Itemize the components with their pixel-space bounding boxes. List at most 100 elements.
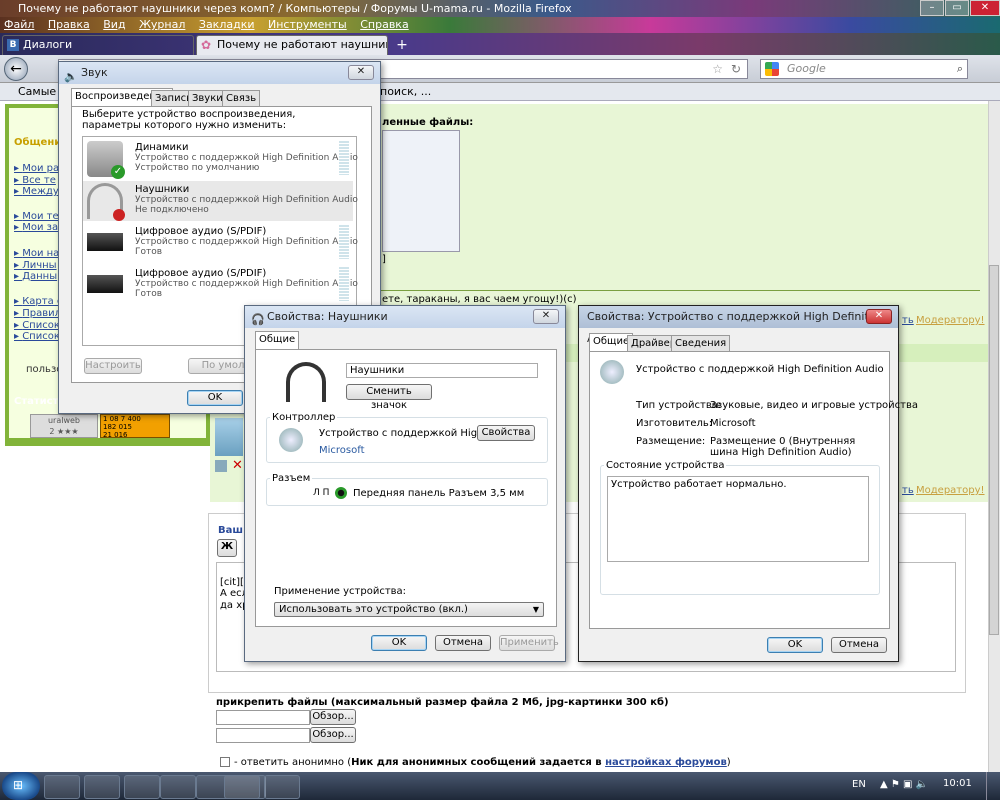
scrollbar-thumb[interactable] [989,265,999,635]
device-status-text[interactable]: Устройство работает нормально. [607,476,869,562]
taskbar-explorer[interactable] [44,775,80,799]
speakers-icon: ✓ [87,141,125,179]
sidebar-link[interactable]: ▸ Список [14,320,60,331]
ok-button[interactable]: OK [371,635,427,651]
language-indicator[interactable]: EN [852,779,866,790]
counter-numbers[interactable]: 1 08 7 400 182 015 21 016 [100,414,170,439]
search-input[interactable]: Google ⌕ [760,59,968,79]
browse-button[interactable]: Обзор... [310,727,356,743]
clock[interactable]: 10:01 [943,778,972,789]
close-button[interactable]: ✕ [866,309,892,324]
close-button[interactable]: ✕ [348,65,374,80]
minimize-button[interactable]: – [920,0,944,16]
close-window-button[interactable]: ✕ [970,0,1000,16]
anon-label: - ответить анонимно (Ник для анонимных с… [234,757,731,768]
menu-bookmarks[interactable]: Закладки [199,18,255,31]
ok-button[interactable]: OK [767,637,823,653]
taskbar-app[interactable] [84,775,120,799]
start-button[interactable]: ⊞ [2,772,40,800]
delete-icon[interactable]: ✕ [232,458,243,473]
attachment-thumbnail[interactable] [382,130,460,252]
sidebar-link[interactable]: ▸ Мои те [14,211,59,222]
cancel-button[interactable]: Отмена [435,635,491,651]
browse-button[interactable]: Обзор... [310,709,356,725]
device-spdif-2[interactable]: Цифровое аудио (S/PDIF) Устройство с под… [83,265,358,305]
window-controls: – ▭ ✕ [919,0,1000,16]
answer-link[interactable]: ть [902,315,914,326]
ok-button[interactable]: OK [187,390,243,406]
menu-history[interactable]: Журнал [139,18,185,31]
menu-view[interactable]: Вид [103,18,125,31]
menu-help[interactable]: Справка [360,18,408,31]
sidebar-link[interactable]: ▸ Все те [14,175,56,186]
tray-icons[interactable]: ▲ ⚑ ▣ 🔈 [880,779,928,790]
menu-file[interactable]: Файл [4,18,34,31]
properties-button[interactable]: Свойства [477,425,535,441]
disconnected-icon [113,209,125,221]
checkmark-icon: ✓ [111,165,125,179]
sound-dialog-titlebar: 🔈 Звук ✕ [59,62,380,84]
cancel-button[interactable]: Отмена [831,637,887,653]
tab-dialogs[interactable]: B Диалоги [2,35,194,55]
taskbar-skype[interactable] [160,775,196,799]
jack-label: Разъем [270,473,313,484]
vk-icon: B [7,39,19,51]
tab-sounds[interactable]: Звуки [188,90,227,107]
headphones-small-icon: 🎧 [251,313,265,326]
sound-tabs: Воспроизведение Запись Звуки Связь [71,88,371,107]
sidebar-link[interactable]: ▸ Между [14,186,59,197]
moderator-link[interactable]: Модератору! [916,315,985,326]
sidebar-link[interactable]: ▸ Мои на [14,248,59,259]
apply-button[interactable]: Применить [499,635,559,651]
editor-line: [cit][ [220,577,244,588]
sidebar-link[interactable]: ▸ Карта с [14,296,62,307]
headphones-properties-dialog: 🎧 Свойства: Наушники ✕ Общие Наушники См… [244,305,566,662]
device-name-input[interactable]: Наушники [346,363,538,378]
tab-general[interactable]: Общие [255,331,300,350]
star-icon[interactable]: ☆ [712,62,723,76]
google-icon [765,62,779,76]
configure-button[interactable]: Настроить [84,358,142,374]
type-label: Тип устройства: [636,400,722,411]
tab-communication[interactable]: Связь [222,90,261,107]
sidebar-link[interactable]: ▸ Мои за [14,222,58,233]
sidebar-link[interactable]: ▸ Мои ра [14,163,59,174]
close-button[interactable]: ✕ [533,309,559,324]
taskbar-sound[interactable] [264,775,300,799]
maximize-button[interactable]: ▭ [945,0,969,16]
change-icon-button[interactable]: Сменить значок [346,384,432,411]
device-spdif[interactable]: Цифровое аудио (S/PDIF) Устройство с под… [83,223,358,263]
show-desktop-button[interactable] [986,772,1000,800]
sidebar-link[interactable]: ▸ Данны [14,271,57,282]
anon-checkbox[interactable] [220,757,230,767]
device-speakers[interactable]: ✓ Динамики Устройство с поддержкой High … [83,139,358,179]
taskbar-app[interactable] [224,775,260,799]
user-avatar[interactable] [215,418,243,456]
menu-tools[interactable]: Инструменты [268,18,347,31]
counter-badge[interactable]: uralweb 2 ★★★ [30,414,98,438]
new-tab-button[interactable]: + [392,37,412,53]
image-icon[interactable] [215,460,227,472]
menu-edit[interactable]: Правка [48,18,90,31]
sidebar-link[interactable]: ▸ Правил [14,308,61,319]
bold-button[interactable]: Ж [217,539,237,557]
tab-forum-thread[interactable]: ✿ Почему не работают наушники че... [196,35,388,55]
moderator-link-2[interactable]: Модератору! [916,485,985,496]
file-input[interactable] [216,728,310,743]
reload-icon[interactable]: ↻ [731,62,741,76]
search-icon[interactable]: ⌕ [957,60,963,78]
answer-link-2[interactable]: ть [902,485,914,496]
usage-select[interactable]: Использовать это устройство (вкл.) ▼ [274,602,544,617]
windows-logo-icon: ⊞ [13,778,24,792]
bookmark-item-search[interactable]: поиск, ... [380,83,431,100]
tab-details[interactable]: Сведения [671,335,731,352]
maker-label: Изготовитель: [636,418,713,429]
sidebar-link[interactable]: ▸ Список [14,331,60,342]
file-input[interactable] [216,710,310,725]
back-button[interactable]: ← [4,57,28,81]
sidebar-link[interactable]: ▸ Личны [14,260,57,271]
digital-audio-icon [87,233,123,251]
device-headphones[interactable]: Наушники Устройство с поддержкой High De… [83,181,358,221]
taskbar-app[interactable] [124,775,160,799]
forum-settings-link[interactable]: настройках форумов [605,757,727,768]
